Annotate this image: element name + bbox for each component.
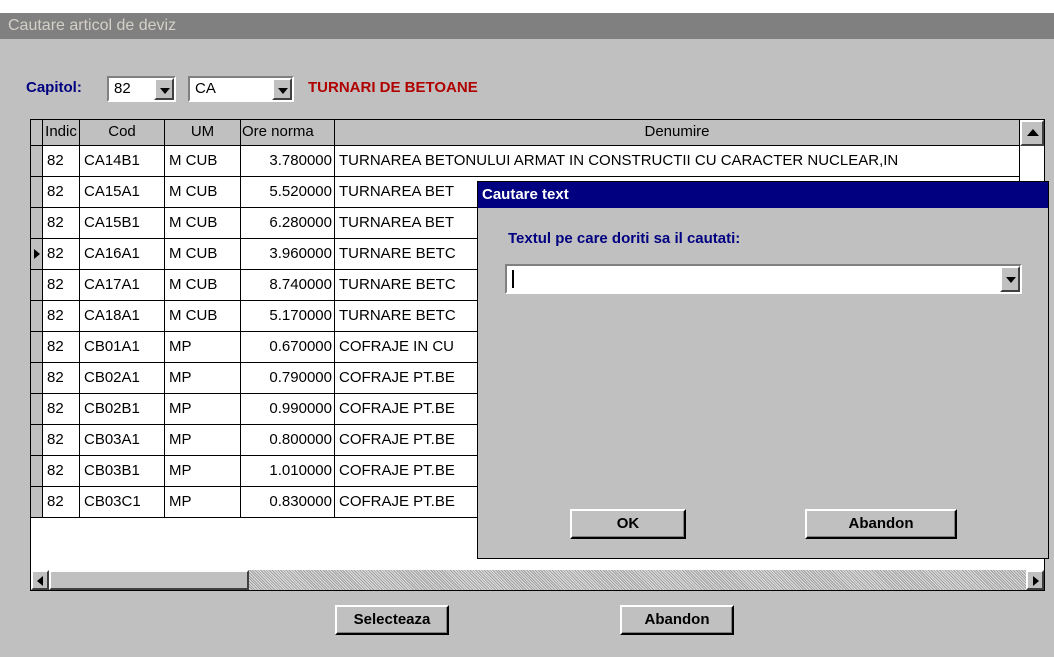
capitol-number-select[interactable]: 82 bbox=[107, 76, 176, 102]
cell-um[interactable]: M CUB bbox=[165, 301, 241, 332]
cell-indic[interactable]: 82 bbox=[43, 270, 80, 301]
cell-ore[interactable]: 3.780000 bbox=[241, 146, 335, 177]
cell-cod[interactable]: CA14B1 bbox=[80, 146, 165, 177]
capitol-code-value: CA bbox=[195, 80, 216, 97]
cell-um[interactable]: M CUB bbox=[165, 239, 241, 270]
row-indicator[interactable] bbox=[31, 239, 43, 270]
cell-cod[interactable]: CB02B1 bbox=[80, 394, 165, 425]
cell-indic[interactable]: 82 bbox=[43, 425, 80, 456]
column-header-denumire[interactable]: Denumire bbox=[335, 120, 1020, 146]
scroll-right-icon[interactable] bbox=[1026, 570, 1044, 590]
column-header-um[interactable]: UM bbox=[165, 120, 241, 146]
row-indicator[interactable] bbox=[31, 456, 43, 487]
capitol-label: Capitol: bbox=[26, 79, 82, 96]
row-indicator[interactable] bbox=[31, 425, 43, 456]
cell-indic[interactable]: 82 bbox=[43, 394, 80, 425]
row-indicator[interactable] bbox=[31, 208, 43, 239]
current-row-icon bbox=[34, 249, 40, 259]
cell-ore[interactable]: 5.520000 bbox=[241, 177, 335, 208]
row-indicator[interactable] bbox=[31, 270, 43, 301]
cell-indic[interactable]: 82 bbox=[43, 487, 80, 518]
cell-ore[interactable]: 5.170000 bbox=[241, 301, 335, 332]
chevron-down-icon[interactable] bbox=[272, 78, 292, 100]
window-title: Cautare articol de deviz bbox=[0, 13, 1054, 39]
cell-indic[interactable]: 82 bbox=[43, 177, 80, 208]
cell-indic[interactable]: 82 bbox=[43, 146, 80, 177]
chevron-down-icon[interactable] bbox=[154, 78, 174, 100]
cell-cod[interactable]: CA15A1 bbox=[80, 177, 165, 208]
cell-denumire[interactable]: TURNAREA BETONULUI ARMAT IN CONSTRUCTII … bbox=[335, 146, 1020, 177]
grid-header: Indic Cod UM Ore norma Denumire bbox=[31, 120, 1020, 146]
search-prompt: Textul pe care doriti sa il cautati: bbox=[508, 230, 741, 247]
search-input[interactable] bbox=[505, 264, 1022, 294]
cell-ore[interactable]: 0.790000 bbox=[241, 363, 335, 394]
cell-indic[interactable]: 82 bbox=[43, 456, 80, 487]
cell-ore[interactable]: 3.960000 bbox=[241, 239, 335, 270]
cell-cod[interactable]: CA17A1 bbox=[80, 270, 165, 301]
row-indicator[interactable] bbox=[31, 332, 43, 363]
dialog-cancel-button[interactable]: Abandon bbox=[805, 509, 957, 539]
row-indicator[interactable] bbox=[31, 177, 43, 208]
cell-cod[interactable]: CA15B1 bbox=[80, 208, 165, 239]
cell-um[interactable]: MP bbox=[165, 394, 241, 425]
cell-ore[interactable]: 0.800000 bbox=[241, 425, 335, 456]
cell-indic[interactable]: 82 bbox=[43, 239, 80, 270]
cell-cod[interactable]: CA16A1 bbox=[80, 239, 165, 270]
cell-um[interactable]: MP bbox=[165, 363, 241, 394]
row-indicator[interactable] bbox=[31, 146, 43, 177]
cell-cod[interactable]: CA18A1 bbox=[80, 301, 165, 332]
cell-indic[interactable]: 82 bbox=[43, 208, 80, 239]
cell-cod[interactable]: CB03A1 bbox=[80, 425, 165, 456]
scroll-thumb[interactable] bbox=[49, 570, 249, 590]
row-indicator[interactable] bbox=[31, 394, 43, 425]
cell-ore[interactable]: 0.990000 bbox=[241, 394, 335, 425]
cell-um[interactable]: M CUB bbox=[165, 146, 241, 177]
cell-cod[interactable]: CB01A1 bbox=[80, 332, 165, 363]
capitol-code-select[interactable]: CA bbox=[188, 76, 294, 102]
cell-um[interactable]: M CUB bbox=[165, 177, 241, 208]
cell-cod[interactable]: CB03B1 bbox=[80, 456, 165, 487]
cell-ore[interactable]: 0.670000 bbox=[241, 332, 335, 363]
row-indicator[interactable] bbox=[31, 301, 43, 332]
cell-um[interactable]: MP bbox=[165, 487, 241, 518]
column-header-ore-norma[interactable]: Ore norma bbox=[241, 120, 335, 146]
cell-um[interactable]: MP bbox=[165, 332, 241, 363]
chevron-down-icon[interactable] bbox=[1000, 266, 1020, 292]
scroll-left-icon[interactable] bbox=[31, 570, 49, 590]
cell-um[interactable]: MP bbox=[165, 425, 241, 456]
column-header-cod[interactable]: Cod bbox=[80, 120, 165, 146]
column-header-indic[interactable]: Indic bbox=[43, 120, 80, 146]
text-caret bbox=[512, 270, 514, 288]
cell-um[interactable]: M CUB bbox=[165, 208, 241, 239]
cell-ore[interactable]: 6.280000 bbox=[241, 208, 335, 239]
cell-cod[interactable]: CB02A1 bbox=[80, 363, 165, 394]
cancel-button[interactable]: Abandon bbox=[620, 605, 734, 635]
search-text-dialog: Cautare text Textul pe care doriti sa il… bbox=[477, 181, 1049, 559]
cell-ore[interactable]: 0.830000 bbox=[241, 487, 335, 518]
cell-indic[interactable]: 82 bbox=[43, 301, 80, 332]
horizontal-scrollbar[interactable] bbox=[31, 570, 1044, 590]
cell-ore[interactable]: 1.010000 bbox=[241, 456, 335, 487]
ok-button[interactable]: OK bbox=[570, 509, 686, 539]
capitol-number-value: 82 bbox=[114, 80, 131, 97]
cell-cod[interactable]: CB03C1 bbox=[80, 487, 165, 518]
cell-um[interactable]: M CUB bbox=[165, 270, 241, 301]
select-button[interactable]: Selecteaza bbox=[335, 605, 449, 635]
dialog-title: Cautare text bbox=[478, 182, 1048, 208]
header-indicator bbox=[31, 120, 43, 146]
cell-indic[interactable]: 82 bbox=[43, 363, 80, 394]
cell-indic[interactable]: 82 bbox=[43, 332, 80, 363]
cell-ore[interactable]: 8.740000 bbox=[241, 270, 335, 301]
chapter-name: TURNARI DE BETOANE bbox=[308, 79, 478, 96]
cell-um[interactable]: MP bbox=[165, 456, 241, 487]
row-indicator[interactable] bbox=[31, 487, 43, 518]
row-indicator[interactable] bbox=[31, 363, 43, 394]
scroll-up-icon[interactable] bbox=[1020, 120, 1044, 146]
table-row[interactable]: 82 CA14B1 M CUB 3.780000 TURNAREA BETONULUI … bbox=[31, 146, 1020, 177]
